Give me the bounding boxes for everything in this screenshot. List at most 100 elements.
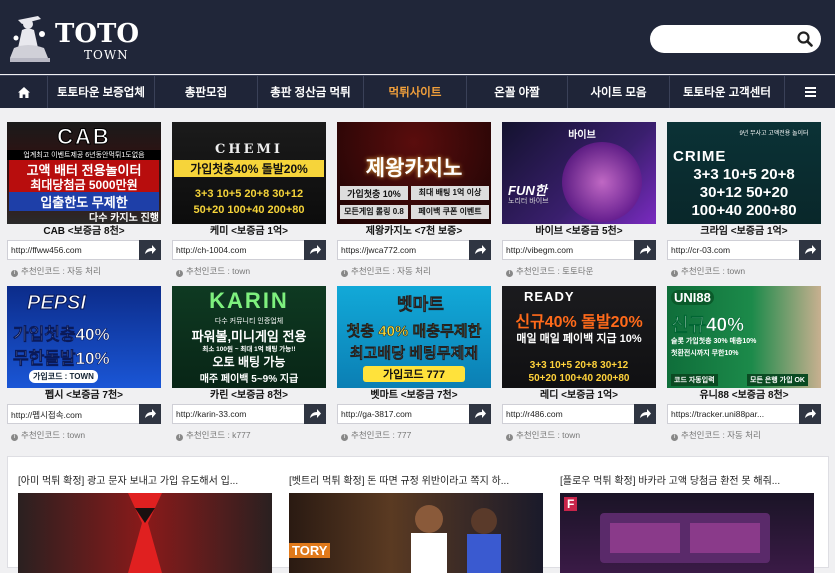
site-url[interactable]: https://jwca772.com [341,245,467,255]
banner-text: 최소 100원 ~ 최대 1억 배팅 가능!! [202,346,296,353]
site-url[interactable]: http://펩시접속.com [11,409,137,421]
nav-home[interactable] [0,76,48,108]
info-icon: i [671,270,678,277]
site-url-field[interactable]: https://tracker.uni88par... [667,404,821,424]
site-url-field[interactable]: http://ffww456.com [7,240,161,260]
site-name[interactable]: 벳마트 <보증금 7천> [337,389,491,402]
site-banner[interactable]: CAB 업계최고 이벤트제공 6년동안먹튀1도없음 고액 배터 전용놀이터 최대… [7,122,161,224]
site-url[interactable]: http://ch-1004.com [176,245,302,255]
info-icon: i [176,270,183,277]
search-icon[interactable] [797,31,813,47]
share-button[interactable] [634,404,656,424]
nav-item-images[interactable]: 온꼴 야짤 [467,76,568,108]
home-icon [17,86,30,98]
post-thumbnail[interactable] [18,493,272,573]
referral-text: 추천인코드 : k777 [186,430,251,440]
post-thumbnail[interactable]: TORY [289,493,543,573]
referral-text: 추천인코드 : town [516,430,581,440]
banner-text: 노리터 바이브 [508,198,549,205]
site-url-field[interactable]: http://ch-1004.com [172,240,326,260]
site-banner[interactable]: UNI88 신규40% 슬롯 가입첫충 30% 매충10% 첫환전시까지 무한1… [667,286,821,388]
share-arrow-icon [310,245,321,254]
info-icon: i [341,270,348,277]
nav-menu[interactable] [785,76,835,108]
post-title[interactable]: [플로우 먹튀 확정] 바카라 고액 당첨금 환전 못 해줘... [560,472,814,487]
banner-text: 업계최고 이벤트제공 6년동안먹튀1도없음 [7,150,161,160]
share-button[interactable] [139,240,161,260]
share-button[interactable] [634,240,656,260]
site-url-field[interactable]: http://cr-03.com [667,240,821,260]
site-url[interactable]: http://r486.com [506,409,632,419]
share-arrow-icon [805,409,816,418]
search-input[interactable] [650,25,821,53]
site-url-field[interactable]: https://jwca772.com [337,240,491,260]
share-button[interactable] [469,240,491,260]
site-url[interactable]: https://tracker.uni88par... [671,409,797,419]
share-arrow-icon [805,245,816,254]
nav-item-site-list[interactable]: 사이트 모음 [568,76,670,108]
site-url[interactable]: http://ga-3817.com [341,409,467,419]
share-button[interactable] [469,404,491,424]
referral-code: i 추천인코드 : 777 [341,429,411,441]
site-url-field[interactable]: http://펩시접속.com [7,404,161,424]
site-banner[interactable]: 벳마트 첫충 40% 매충무제한 최고배당 베팅무제재 가입코드 777 [337,286,491,388]
nav-item-scam-sites[interactable]: 먹튀사이트 [364,76,467,108]
nav-item-support[interactable]: 토토타운 고객센터 [670,76,785,108]
site-banner[interactable]: 9년 무사고 고액전용 놀이터 CRIME 3+3 10+5 20+8 30+1… [667,122,821,224]
share-button[interactable] [799,240,821,260]
site-name[interactable]: CAB <보증금 8천> [7,225,161,238]
banner-text: 슬롯 가입첫충 30% 매충10% [671,338,757,345]
site-url-field[interactable]: http://ga-3817.com [337,404,491,424]
referral-text: 추천인코드 : 토토타운 [516,266,594,276]
banner-brand: CRIME [673,148,727,165]
banner-brand: CHEMI [214,142,283,157]
site-banner[interactable]: KARIN 다수 커뮤니티 인증업체 파워볼,미니게임 전용 최소 100원 ~… [172,286,326,388]
share-button[interactable] [304,404,326,424]
site-banner[interactable]: 바이브 FUN한 노리터 바이브 [502,122,656,224]
site-url-field[interactable]: http://r486.com [502,404,656,424]
banner-text: 다수 커뮤니티 인증업체 [214,318,284,325]
site-name[interactable]: 케미 <보증금 1억> [172,225,326,238]
share-button[interactable] [139,404,161,424]
banner-text: 매일 매일 페이백 지급 10% [516,333,642,345]
site-url-field[interactable]: http://vibegm.com [502,240,656,260]
site-banner[interactable]: CHEMI 가입첫충40% 돌발20% 3+3 10+5 20+8 30+12 … [172,122,326,224]
banner-text: 3+3 10+5 20+8 30+12 [194,188,304,200]
site-logo[interactable]: TOTO TOWN [8,10,148,66]
site-name[interactable]: 유니88 <보증금 8천> [667,389,821,402]
post-thumbnail[interactable]: F [560,493,814,573]
site-name[interactable]: 펩시 <보증금 7천> [7,389,161,402]
referral-code: i 추천인코드 : 자동 처리 [11,265,101,277]
site-url-field[interactable]: http://karin-33.com [172,404,326,424]
info-icon: i [506,434,513,441]
nav-item-settlement[interactable]: 총판 정산금 먹튀 [258,76,364,108]
site-banner[interactable]: 제왕카지노 가입첫충 10% 최대 배팅 1억 이상 모든게임 롤링 0.8 페… [337,122,491,224]
banner-brand: 제왕카지노 [365,157,463,180]
site-url[interactable]: http://cr-03.com [671,245,797,255]
referral-code: i 추천인코드 : 토토타운 [506,265,593,277]
site-url[interactable]: http://vibegm.com [506,245,632,255]
nav-item-partners[interactable]: 토토타운 보증업체 [48,76,155,108]
share-arrow-icon [640,245,651,254]
post-image-graphic [128,493,162,573]
share-button[interactable] [799,404,821,424]
banner-text: 최대 배팅 1억 이상 [418,188,482,197]
share-button[interactable] [304,240,326,260]
site-banner[interactable]: PEPSI 가입첫충40% 무한돌발10% 가입코드 : TOWN [7,286,161,388]
site-name[interactable]: 크라임 <보증금 1억> [667,225,821,238]
site-url[interactable]: http://karin-33.com [176,409,302,419]
banner-text: 3+3 10+5 20+8 30+12 [529,360,629,371]
site-name[interactable]: 레디 <보증금 1억> [502,389,656,402]
banner-text: 코드 자동입력 [671,374,718,386]
site-name[interactable]: 카린 <보증금 8천> [172,389,326,402]
referral-code: i 추천인코드 : k777 [176,429,251,441]
nav-item-recruit[interactable]: 총판모집 [155,76,258,108]
referral-text: 추천인코드 : town [681,266,746,276]
post-title[interactable]: [아미 먹튀 확정] 광고 문자 보내고 가입 유도해서 입... [18,472,272,487]
post-title[interactable]: [벳트리 먹튀 확정] 돈 따면 규정 위반이라고 쪽지 하... [289,472,543,487]
site-url[interactable]: http://ffww456.com [11,245,137,255]
banner-text: 오토 배팅 가능 [212,355,286,369]
site-name[interactable]: 제왕카지노 <7천 보증> [337,225,491,238]
site-name[interactable]: 바이브 <보증금 5천> [502,225,656,238]
site-banner[interactable]: READY 신규40% 돌발20% 매일 매일 페이백 지급 10% 3+3 1… [502,286,656,388]
